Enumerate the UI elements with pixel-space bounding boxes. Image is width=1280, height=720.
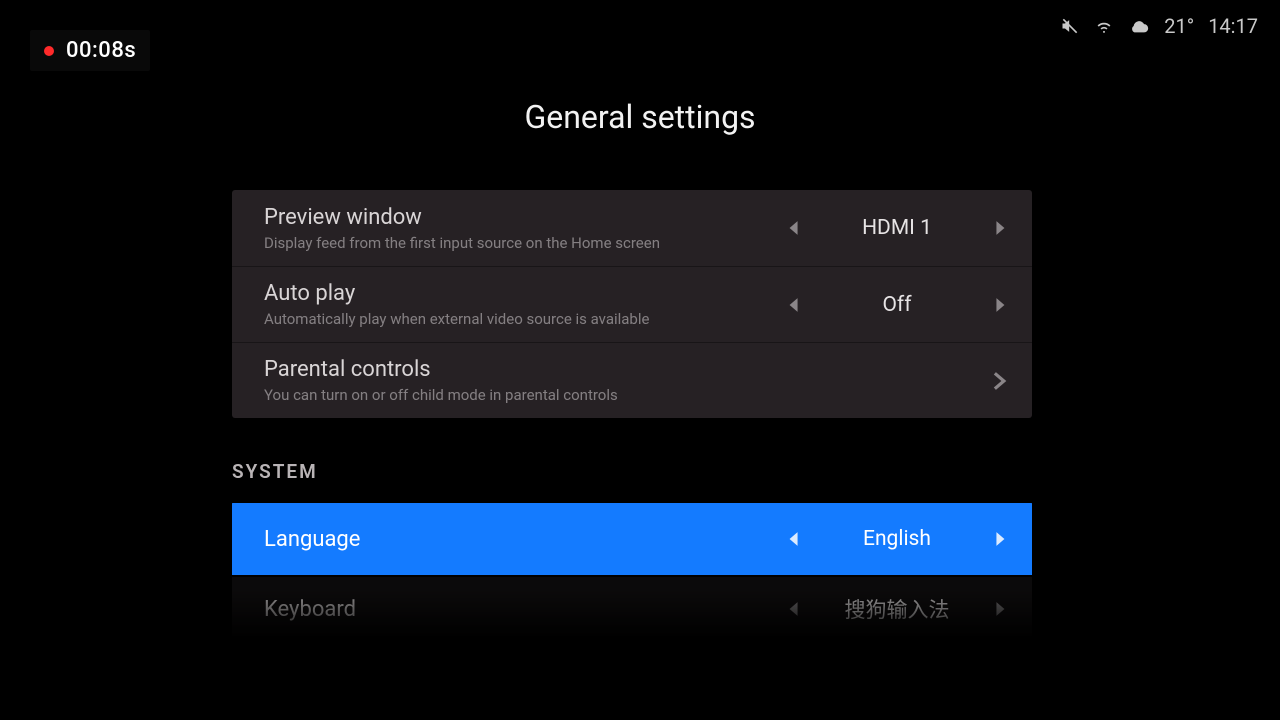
system-list: Language English Keyboard 搜狗输入法 [232,501,1032,641]
settings-panel: Preview window Display feed from the fir… [232,190,1032,641]
mute-icon [1060,16,1080,36]
row-title: Language [264,527,782,552]
row-subtitle: You can turn on or off child mode in par… [264,386,988,404]
row-value: Off [804,293,990,317]
chevron-left-icon[interactable] [782,598,804,620]
row-auto-play[interactable]: Auto play Automatically play when extern… [232,266,1032,342]
chevron-left-icon[interactable] [782,217,804,239]
chevron-right-icon[interactable] [990,598,1012,620]
row-title: Keyboard [264,597,782,622]
row-subtitle: Automatically play when external video s… [264,310,782,328]
page-title: General settings [0,98,1280,136]
chevron-right-icon[interactable] [990,528,1012,550]
row-title: Parental controls [264,357,988,382]
status-clock: 14:17 [1208,14,1258,38]
recording-indicator: 00:08s [30,30,150,71]
chevron-right-icon [988,372,1012,390]
general-list: Preview window Display feed from the fir… [232,190,1032,418]
chevron-left-icon[interactable] [782,528,804,550]
chevron-right-icon[interactable] [990,217,1012,239]
row-subtitle: Display feed from the first input source… [264,234,782,252]
status-bar: 21° 14:17 [1060,14,1258,38]
row-value: English [804,527,990,551]
chevron-right-icon[interactable] [990,294,1012,316]
weather-icon [1128,15,1150,37]
row-language[interactable]: Language English [232,503,1032,575]
wifi-icon [1094,16,1114,36]
section-header-system: SYSTEM [232,460,1032,483]
chevron-left-icon[interactable] [782,294,804,316]
row-keyboard[interactable]: Keyboard 搜狗输入法 [232,577,1032,641]
row-value: 搜狗输入法 [804,594,990,624]
record-icon [44,46,54,56]
recording-time: 00:08s [66,38,136,63]
row-title: Preview window [264,205,782,230]
row-preview-window[interactable]: Preview window Display feed from the fir… [232,190,1032,266]
status-temperature: 21° [1164,14,1194,38]
row-parental-controls[interactable]: Parental controls You can turn on or off… [232,342,1032,418]
row-value: HDMI 1 [804,216,990,240]
row-title: Auto play [264,281,782,306]
